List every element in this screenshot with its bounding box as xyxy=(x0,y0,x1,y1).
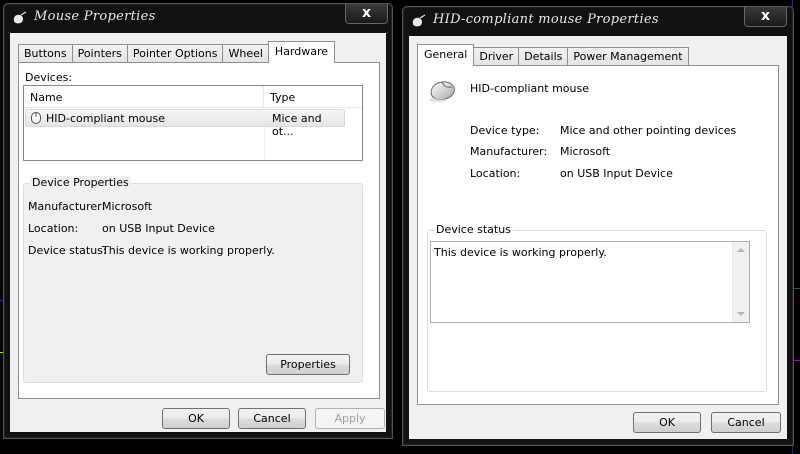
device-status-value: This device is working properly. xyxy=(102,244,275,257)
apply-button[interactable]: Apply xyxy=(315,408,385,429)
column-header-type[interactable]: Type xyxy=(264,86,362,108)
location-label: Location: xyxy=(28,222,79,235)
group-title: Device status xyxy=(434,223,513,236)
tab-wheel[interactable]: Wheel xyxy=(222,44,269,63)
general-tab-panel: HID-compliant mouse Device type: Mice an… xyxy=(417,65,779,405)
device-status-label: Device status: xyxy=(28,244,107,257)
manufacturer-label: Manufacturer: xyxy=(470,145,548,158)
tab-pointer-options[interactable]: Pointer Options xyxy=(126,44,224,63)
device-type-label: Device type: xyxy=(470,124,540,137)
window-title: HID-compliant mouse Properties xyxy=(433,12,659,27)
mouse-icon xyxy=(411,14,427,28)
list-item[interactable]: HID-compliant mouse Mice and ot... xyxy=(25,109,345,138)
tab-hardware[interactable]: Hardware xyxy=(267,41,336,63)
tab-pointers[interactable]: Pointers xyxy=(71,44,128,63)
device-name-cell: HID-compliant mouse xyxy=(46,112,165,125)
title-bar[interactable]: Mouse Properties x xyxy=(4,4,392,32)
tab-details[interactable]: Details xyxy=(518,47,569,66)
tab-driver[interactable]: Driver xyxy=(473,47,520,66)
tab-power-management[interactable]: Power Management xyxy=(567,47,689,66)
tab-buttons[interactable]: Buttons xyxy=(18,44,73,63)
devices-label: Devices: xyxy=(25,71,73,84)
manufacturer-label: Manufacturer: xyxy=(28,200,106,213)
devices-list[interactable]: Name Type HID-compliant mouse Mice and o… xyxy=(23,85,363,161)
scroll-down-icon[interactable] xyxy=(737,312,745,316)
location-label: Location: xyxy=(470,167,521,180)
mouse-device-icon xyxy=(30,111,42,125)
mouse-icon xyxy=(12,11,28,25)
hardware-tab-panel: Devices: Name Type HID-compliant mouse M… xyxy=(18,62,380,399)
mouse-properties-window: Mouse Properties x Buttons Pointers Poin… xyxy=(3,3,393,439)
ok-button[interactable]: OK xyxy=(162,408,230,429)
tab-general[interactable]: General xyxy=(417,44,475,66)
group-title: Device Properties xyxy=(30,176,131,189)
location-value: on USB Input Device xyxy=(102,222,215,235)
device-type-value: Mice and other pointing devices xyxy=(560,124,737,137)
close-button[interactable]: x xyxy=(744,7,787,27)
cancel-button[interactable]: Cancel xyxy=(238,408,306,429)
tab-strip: Buttons Pointers Pointer Options Wheel H… xyxy=(18,41,336,63)
hid-mouse-properties-window: HID-compliant mouse Properties x General… xyxy=(402,6,794,446)
scroll-up-icon[interactable] xyxy=(737,248,745,252)
location-value: on USB Input Device xyxy=(560,167,673,180)
ok-button[interactable]: OK xyxy=(633,412,701,433)
vertical-scrollbar[interactable] xyxy=(732,242,749,322)
window-client: Buttons Pointers Pointer Options Wheel H… xyxy=(10,33,386,432)
window-client: General Driver Details Power Management … xyxy=(409,36,787,439)
mouse-device-icon xyxy=(428,78,458,104)
cancel-button[interactable]: Cancel xyxy=(711,412,781,433)
device-status-text: This device is working properly. xyxy=(434,246,607,259)
window-title: Mouse Properties xyxy=(34,9,156,24)
device-status-textbox[interactable]: This device is working properly. xyxy=(430,241,750,323)
device-name: HID-compliant mouse xyxy=(470,82,589,95)
title-bar[interactable]: HID-compliant mouse Properties x xyxy=(403,7,793,35)
close-button[interactable]: x xyxy=(345,4,388,24)
manufacturer-value: Microsoft xyxy=(560,145,611,158)
column-header-name[interactable]: Name xyxy=(24,86,264,108)
device-properties-group: Device Properties Manufacturer: Microsof… xyxy=(23,176,363,383)
properties-button[interactable]: Properties xyxy=(266,354,350,375)
device-type-cell: Mice and ot... xyxy=(272,112,322,138)
manufacturer-value: Microsoft xyxy=(102,200,153,213)
tab-strip: General Driver Details Power Management xyxy=(417,44,689,66)
device-status-group: Device status This device is working pro… xyxy=(427,223,767,392)
list-header: Name Type xyxy=(24,86,362,108)
